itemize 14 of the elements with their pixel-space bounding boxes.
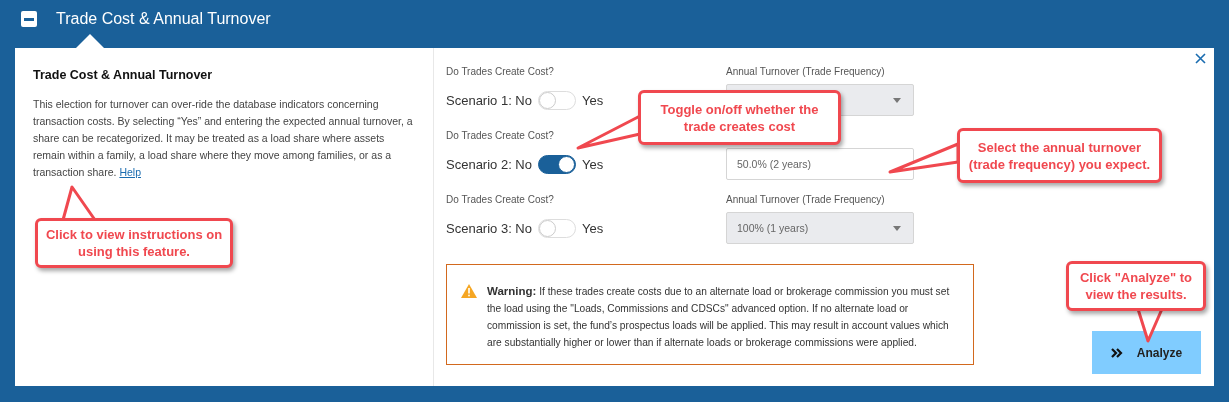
question-label: Do Trades Create Cost? — [446, 66, 555, 78]
info-text: This election for turnover can over-ride the database indicators concerning transaction costs. By selecting “Yes” and entering the expected annual turnover, a share can be recategorized. It may be treated as a load share where assets remain within a family, a load share where they move among families, or as a transaction share. Help — [33, 97, 414, 180]
scenario-label: Scenario 2: No — [446, 156, 532, 172]
warning-text: Warning: If these trades create costs due to an alternate load or brokerage commission you must set the load using the "Loads, Commissions and CDSCs" advanced option. If no alternate load or commission is set, the fund’s prospectus loads will be applied. This may result in account values which are substantially higher or lower than if alternate loads or brokerage commissions were applied. — [487, 284, 951, 350]
yes-label: Yes — [582, 220, 604, 236]
info-title: Trade Cost & Annual Turnover — [33, 68, 214, 82]
scenario-label: Scenario 3: No — [446, 220, 532, 236]
turnover-label: Annual Turnover (Trade Frequency) — [726, 194, 886, 206]
yes-label: Yes — [582, 156, 604, 172]
question-label: Do Trades Create Cost? — [446, 194, 555, 206]
yes-label: Yes — [582, 92, 604, 108]
scenario-label: Scenario 1: No — [446, 92, 532, 108]
question-label: Do Trades Create Cost? — [446, 130, 555, 142]
turnover-label: Annual Turnover (Trade Frequency) — [726, 66, 886, 78]
